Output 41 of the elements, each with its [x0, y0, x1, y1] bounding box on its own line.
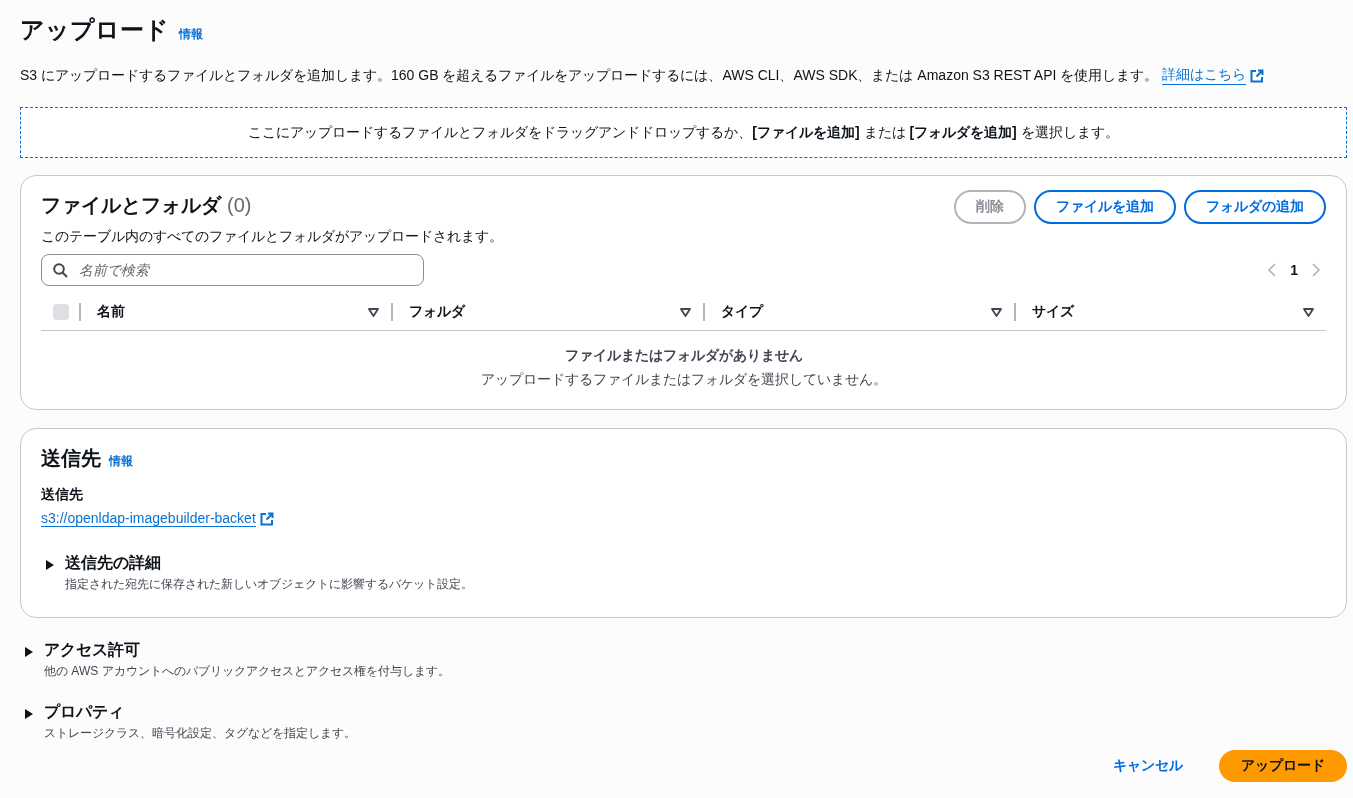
add-folder-button[interactable]: フォルダの追加 — [1184, 190, 1326, 224]
item-count: (0) — [227, 194, 252, 217]
section-title[interactable]: アクセス許可 — [44, 640, 450, 661]
sort-icon[interactable] — [367, 307, 379, 317]
empty-state-message: アップロードするファイルまたはフォルダを選択していません。 — [480, 371, 887, 389]
column-header[interactable]: フォルダ — [408, 303, 465, 321]
drop-zone[interactable]: ここにアップロードするファイルとフォルダをドラッグアンドドロップするか、[ファイルを追加] または [フォルダを追加] を選択します。 — [20, 107, 1347, 158]
column-header[interactable]: タイプ — [720, 303, 763, 321]
section-title[interactable]: プロパティ — [44, 702, 356, 723]
page-number[interactable]: 1 — [1290, 262, 1298, 278]
column-header[interactable]: 名前 — [97, 303, 125, 321]
search-icon — [53, 263, 68, 278]
section-title[interactable]: 送信先の詳細 — [65, 553, 473, 574]
search-field[interactable]: 名前で検索 — [41, 254, 424, 286]
external-link-icon — [1250, 68, 1265, 83]
section-description: ストレージクラス、暗号化設定、タグなどを指定します。 — [44, 725, 356, 742]
caret-right-icon[interactable] — [24, 708, 34, 720]
page-title: アップロード — [20, 15, 169, 45]
info-link[interactable]: 情報 — [179, 26, 203, 43]
caret-right-icon[interactable] — [24, 646, 34, 658]
panel-title: ファイルとフォルダ — [41, 193, 221, 218]
sort-icon[interactable] — [1303, 307, 1314, 317]
panel-title: 送信先 — [41, 446, 101, 471]
cancel-button[interactable]: キャンセル — [1091, 750, 1205, 782]
panel-description: このテーブル内のすべてのファイルとフォルダがアップロードされます。 — [41, 228, 503, 246]
sort-icon[interactable] — [679, 307, 691, 317]
drop-zone-text: ここにアップロードするファイルとフォルダをドラッグアンドドロップするか、[ファイルを追加] または [フォルダを追加] を選択します。 — [248, 123, 1119, 142]
add-files-button[interactable]: ファイルを追加 — [1034, 190, 1176, 224]
learn-more-link[interactable]: 詳細はこちら — [1162, 66, 1247, 85]
sort-icon[interactable] — [991, 307, 1003, 317]
external-link-icon — [259, 511, 274, 526]
bucket-link[interactable]: s3://openldap-imagebuilder-backet — [41, 510, 256, 527]
column-header[interactable]: サイズ — [1032, 303, 1075, 321]
empty-state-title: ファイルまたはフォルダがありません — [564, 347, 803, 365]
select-all-checkbox[interactable] — [53, 304, 69, 320]
section-description: 指定された宛先に保存された新しいオブジェクトに影響するバケット設定。 — [65, 576, 473, 593]
section-description: 他の AWS アカウントへのパブリックアクセスとアクセス権を付与します。 — [44, 663, 450, 680]
page-description: S3 にアップロードするファイルとフォルダを追加します。160 GB を超えるファイルをアップロードするには、AWS CLI、AWS SDK、または Amazon S3 REST API を使用します。 — [20, 66, 1159, 85]
caret-right-icon[interactable] — [45, 559, 55, 571]
field-label: 送信先 — [41, 486, 84, 504]
info-link[interactable]: 情報 — [109, 453, 133, 470]
